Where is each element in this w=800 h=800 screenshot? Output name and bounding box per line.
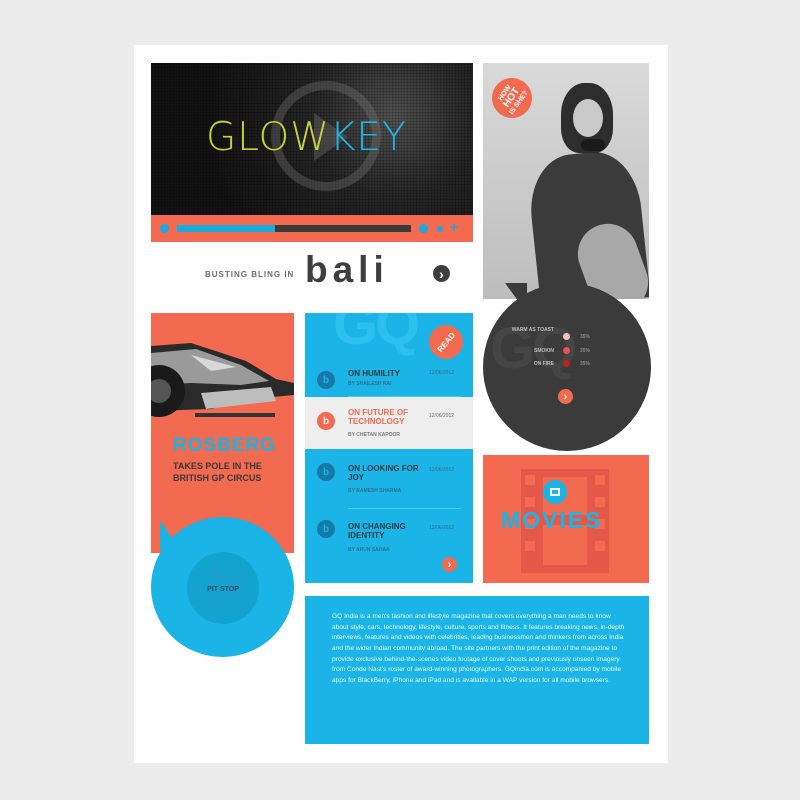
- articles-panel: GQ READ b ON HUMILITY 12/06/2012 BY SHAI…: [305, 313, 473, 583]
- article-item[interactable]: b ON LOOKING FOR JOY 12/06/2012 BY RAMES…: [305, 455, 473, 509]
- article-byline: BY RAMESH SHARMA: [348, 488, 402, 494]
- article-date: 12/06/2012: [429, 467, 455, 473]
- about-panel: GQ India is a men's fashion and lifestyl…: [305, 596, 649, 744]
- pit-stop-label: PIT STOP: [207, 586, 239, 593]
- gauge-label-warm: WARM AS TOAST: [511, 327, 554, 333]
- fullscreen-icon[interactable]: +: [450, 219, 458, 235]
- movies-tile[interactable]: MOVIES: [483, 455, 649, 583]
- gauge-label-smokin: SMOKIN: [534, 348, 554, 354]
- blog-icon: b: [317, 520, 335, 538]
- gauge-dot-warm[interactable]: [563, 333, 570, 340]
- article-byline: BY CHETAN KAPOOR: [348, 432, 401, 438]
- gauge-pct-warm: 35%: [580, 334, 591, 340]
- gauge-label-fire: ON FIRE: [533, 361, 554, 367]
- play-pause-icon[interactable]: [160, 224, 169, 233]
- video-progress-track[interactable]: [177, 225, 411, 232]
- video-player[interactable]: GLOWKEY +: [151, 63, 473, 242]
- article-item-active[interactable]: b ON FUTURE OF TECHNOLOGY 12/06/2012 BY …: [305, 397, 473, 449]
- gauge-dot-fire[interactable]: [563, 360, 570, 367]
- gauge-dot-smokin[interactable]: [563, 347, 570, 354]
- article-title[interactable]: ON FUTURE OF TECHNOLOGY: [348, 408, 426, 426]
- video-progress-fill: [177, 225, 276, 232]
- article-byline: BY SHAILESH RAI: [348, 381, 392, 387]
- blog-icon: b: [317, 412, 335, 430]
- photo-bow: [581, 139, 605, 151]
- race-car-image: [151, 343, 294, 417]
- movies-title[interactable]: MOVIES: [501, 507, 602, 534]
- about-text: GQ India is a men's fashion and lifestyl…: [332, 613, 625, 685]
- article-title[interactable]: ON LOOKING FOR JOY: [348, 464, 426, 482]
- rosberg-subtitle: TAKES POLE IN THE BRITISH GP CIRCUS: [173, 461, 262, 483]
- video-title: GLOWKEY: [206, 115, 407, 160]
- video-controls: +: [151, 215, 473, 242]
- volume-icon[interactable]: [419, 224, 428, 233]
- gauge-next-button[interactable]: ›: [558, 389, 573, 404]
- article-date: 12/06/2012: [429, 525, 455, 531]
- articles-next-button[interactable]: ›: [442, 557, 457, 572]
- gauge-pct-fire: 35%: [580, 361, 591, 367]
- blog-icon: b: [317, 371, 335, 389]
- gauge-pct-smokin: 35%: [580, 348, 591, 354]
- bali-headline[interactable]: bali: [305, 249, 389, 291]
- settings-icon[interactable]: [437, 226, 443, 232]
- bali-kicker: BUSTING BLING IN: [205, 270, 295, 279]
- bali-next-button[interactable]: ›: [433, 265, 450, 282]
- movie-icon: [543, 480, 567, 504]
- article-divider: [348, 508, 461, 509]
- article-byline: BY ARUN SAHAA: [348, 547, 390, 553]
- blog-icon: b: [317, 463, 335, 481]
- article-title[interactable]: ON HUMILITY: [348, 369, 426, 378]
- photo-face: [573, 99, 603, 137]
- article-date: 12/06/2012: [429, 370, 455, 376]
- article-title[interactable]: ON CHANGING IDENTITY: [348, 522, 426, 540]
- rosberg-title: ROSBERG: [173, 435, 277, 456]
- articles-watermark: GQ: [333, 313, 420, 357]
- article-date: 12/06/2012: [429, 413, 455, 419]
